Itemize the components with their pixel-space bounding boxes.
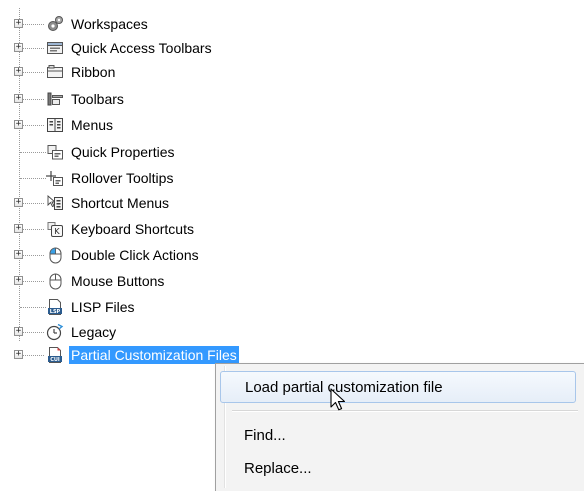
expand-toggle-icon[interactable]: +: [14, 276, 23, 285]
expand-toggle-icon[interactable]: +: [14, 327, 23, 336]
clock-icon: [46, 323, 64, 341]
shortcut-menu-icon: [46, 194, 64, 212]
tree-connector: [20, 24, 44, 25]
tree-connector: [20, 229, 44, 230]
tree-item-label: Shortcut Menus: [71, 195, 170, 211]
tree-item-label: Ribbon: [71, 64, 116, 80]
tree-connector: [20, 125, 44, 126]
menu-separator: [232, 410, 578, 412]
tree-connector: [20, 355, 44, 356]
tree-item-rollover-tooltips[interactable]: Rollover Tooltips: [0, 167, 360, 189]
svg-text:CUI: CUI: [50, 357, 60, 363]
tree-item-quick-access-toolbars[interactable]: + Quick Access Toolbars: [0, 37, 360, 59]
svg-text:LSP: LSP: [50, 309, 61, 315]
rollover-tooltip-icon: [46, 169, 64, 187]
context-menu: Load partial customization file Find... …: [215, 363, 584, 491]
tree-item-label: Workspaces: [71, 16, 148, 32]
tree-item-label: Double Click Actions: [71, 247, 199, 263]
tree-item-shortcut-menus[interactable]: + Shortcut Menus: [0, 192, 360, 214]
menu-item-label: Find...: [244, 427, 286, 444]
tree-item-label: LISP Files: [71, 299, 135, 315]
expand-toggle-icon[interactable]: +: [14, 43, 23, 52]
expand-toggle-icon[interactable]: +: [14, 67, 23, 76]
tree-item-workspaces[interactable]: + Workspaces: [0, 13, 360, 35]
expand-toggle-icon[interactable]: +: [14, 198, 23, 207]
tree-item-label: Toolbars: [71, 91, 124, 107]
lisp-file-icon: LSP: [46, 298, 64, 316]
expand-toggle-icon[interactable]: +: [14, 250, 23, 259]
quick-access-toolbar-icon: [46, 39, 64, 57]
tree-item-label: Quick Properties: [71, 144, 175, 160]
tree-item-label: Menus: [71, 117, 114, 133]
menu-icon: [46, 116, 64, 134]
tree-connector: [20, 332, 44, 333]
tree-item-label: Keyboard Shortcuts: [71, 221, 194, 237]
tree-item-label: Legacy: [71, 324, 117, 340]
tree-item-toolbars[interactable]: + Toolbars: [0, 88, 360, 110]
menu-item-load-partial-customization-file[interactable]: Load partial customization file: [220, 371, 576, 403]
tree-item-double-click-actions[interactable]: + Double Click Actions: [0, 244, 360, 266]
mouse-double-click-icon: [46, 246, 64, 264]
expand-toggle-icon[interactable]: +: [14, 120, 23, 129]
quick-properties-icon: [46, 143, 64, 161]
expand-toggle-icon[interactable]: +: [14, 19, 23, 28]
gears-icon: [46, 15, 64, 33]
tree-item-keyboard-shortcuts[interactable]: + K Keyboard Shortcuts: [0, 218, 360, 240]
ribbon-icon: [46, 63, 64, 81]
customize-user-interface-panel: + Workspaces + Quick Access Toolbars + R…: [0, 0, 584, 491]
menu-item-find[interactable]: Find...: [220, 420, 576, 452]
toolbar-icon: [46, 90, 64, 108]
expand-toggle-icon[interactable]: +: [14, 224, 23, 233]
tree-item-menus[interactable]: + Menus: [0, 114, 360, 136]
menu-item-label: Replace...: [244, 460, 312, 477]
svg-text:K: K: [54, 227, 60, 236]
tree-connector: [20, 203, 44, 204]
tree-connector: [20, 281, 44, 282]
tree-connector: [20, 307, 46, 308]
tree-connector: [20, 152, 46, 153]
customization-tree: + Workspaces + Quick Access Toolbars + R…: [0, 0, 400, 380]
tree-item-label: Rollover Tooltips: [71, 170, 174, 186]
menu-item-replace[interactable]: Replace...: [220, 453, 576, 485]
mouse-icon: [46, 272, 64, 290]
expand-toggle-icon[interactable]: +: [14, 94, 23, 103]
mouse-pointer-icon: [330, 388, 348, 414]
tree-item-ribbon[interactable]: + Ribbon: [0, 61, 360, 83]
tree-connector: [20, 178, 46, 179]
tree-item-quick-properties[interactable]: Quick Properties: [0, 141, 360, 163]
tree-item-lisp-files[interactable]: LSP LISP Files: [0, 296, 360, 318]
keyboard-icon: K: [46, 220, 64, 238]
tree-connector: [20, 48, 44, 49]
tree-item-label: Mouse Buttons: [71, 273, 165, 289]
expand-toggle-icon[interactable]: +: [14, 350, 23, 359]
tree-connector: [20, 255, 44, 256]
tree-item-legacy[interactable]: + Legacy: [0, 321, 360, 343]
tree-connector: [20, 72, 44, 73]
tree-connector: [20, 99, 44, 100]
tree-item-mouse-buttons[interactable]: + Mouse Buttons: [0, 270, 360, 292]
tree-item-label: Quick Access Toolbars: [71, 40, 212, 56]
cui-file-icon: CUI: [46, 346, 64, 364]
tree-item-label: Partial Customization Files: [69, 346, 239, 364]
